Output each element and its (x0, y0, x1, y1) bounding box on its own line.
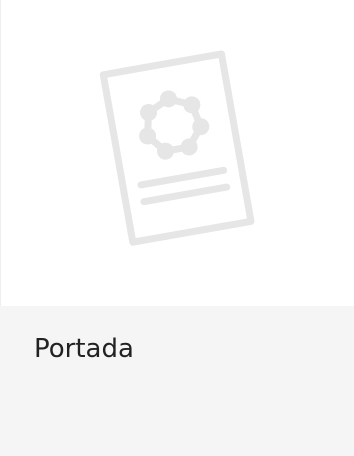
document-placeholder-icon (99, 50, 254, 246)
page-card[interactable]: Portada (0, 0, 354, 456)
card-title[interactable]: Portada (34, 334, 134, 365)
card-thumbnail[interactable] (0, 0, 354, 306)
card-footer (0, 306, 354, 456)
